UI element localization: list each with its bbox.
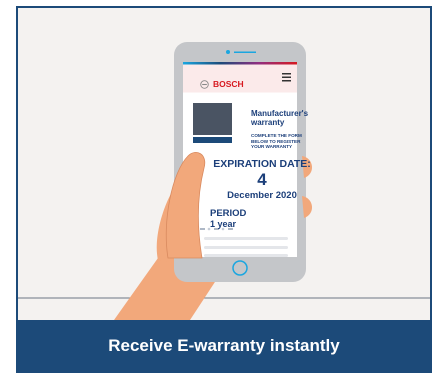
menu-icon (282, 73, 291, 82)
warranty-thumbnail-bar (193, 137, 232, 143)
brand-color-strip (183, 62, 297, 65)
phone-speaker (234, 51, 256, 53)
period-value: 1 year (210, 219, 237, 229)
expiration-month-year: December 2020 (227, 190, 297, 201)
promo-card: BOSCH Manufacturer's warranty COMPLETE T… (16, 6, 432, 373)
expiration-day: 4 (257, 170, 267, 189)
camera-icon (226, 50, 230, 54)
warranty-title: Manufacturer's warranty (251, 109, 309, 127)
warranty-subtitle: COMPLETE THE FORM BELOW TO REGISTER YOUR… (251, 133, 302, 149)
caption-text: Receive E-warranty instantly (108, 335, 340, 355)
expiration-label: EXPIRATION DATE: (213, 158, 311, 170)
caption-bar: Receive E-warranty instantly (18, 320, 430, 371)
period-label: PERIOD (210, 208, 247, 219)
bosch-logo-icon (200, 79, 209, 89)
brand-name: BOSCH (213, 79, 244, 89)
brand-logo: BOSCH (200, 79, 244, 89)
warranty-thumbnail (193, 103, 232, 135)
